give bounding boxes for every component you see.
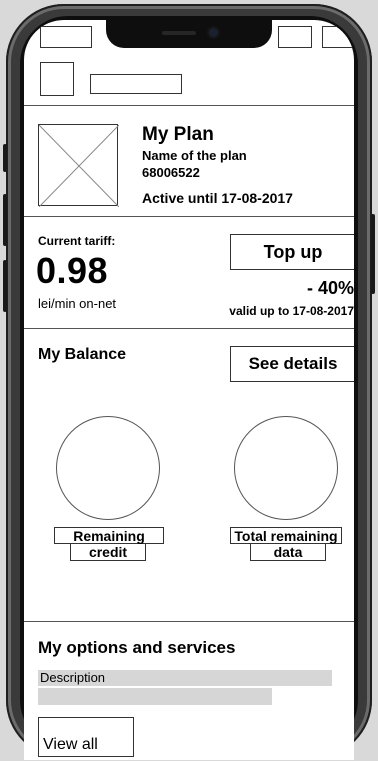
description-label: Description (40, 670, 106, 685)
tariff-label: Current tariff: (38, 234, 116, 248)
total-remaining-data-label-line1: Total remaining (230, 527, 342, 544)
top-up-button[interactable]: Top up (230, 234, 354, 270)
tariff-valid-until: valid up to 17-08-2017 (229, 304, 354, 318)
view-all-button[interactable]: View all (38, 717, 134, 757)
plan-divider (24, 216, 354, 217)
options-title: My options and services (38, 638, 236, 657)
remaining-credit-label-line2: credit (70, 544, 146, 561)
notch (106, 20, 272, 48)
status-placeholder-left (40, 26, 92, 48)
see-details-button[interactable]: See details (230, 346, 354, 382)
description-bar-2 (38, 688, 272, 705)
balance-title: My Balance (38, 346, 127, 363)
total-remaining-data-label-line2: data (250, 544, 326, 561)
tariff-value: 0.98 (36, 250, 109, 291)
plan-number: 68006522 (142, 165, 200, 180)
plan-name: Name of the plan (142, 148, 247, 163)
speaker (162, 31, 196, 35)
volume-up-button (3, 194, 7, 246)
header-divider (24, 105, 354, 106)
tariff-discount: - 40% (306, 278, 354, 298)
tariff-divider (24, 328, 354, 329)
plan-active-until: Active until 17-08-2017 (142, 190, 293, 206)
screen: My Plan Name of the plan 68006522 Active… (24, 20, 354, 760)
volume-down-button (3, 260, 7, 312)
balance-divider (24, 621, 354, 622)
header-title-placeholder (90, 74, 182, 94)
status-placeholder-right-1 (278, 26, 312, 48)
status-placeholder-right-2 (322, 26, 354, 48)
remaining-credit-gauge (56, 416, 160, 520)
tariff-unit: lei/min on-net (38, 296, 117, 311)
plan-title: My Plan (142, 124, 214, 145)
remaining-credit-label-line1: Remaining (54, 527, 164, 544)
total-remaining-data-gauge (234, 416, 338, 520)
power-button (371, 214, 375, 294)
menu-button-placeholder[interactable] (40, 62, 74, 96)
image-placeholder-icon (38, 124, 119, 207)
camera (209, 28, 218, 37)
silent-switch (3, 144, 7, 172)
